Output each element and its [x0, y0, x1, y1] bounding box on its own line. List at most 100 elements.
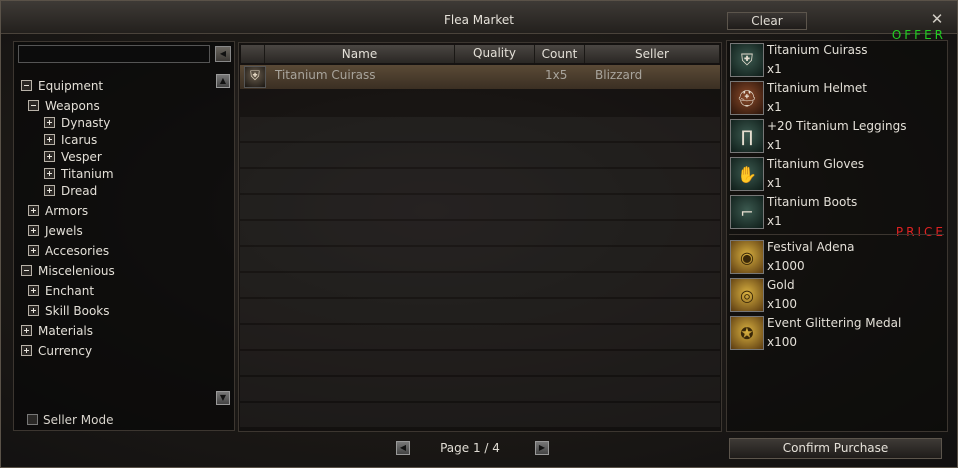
expand-icon[interactable]: [28, 245, 39, 256]
price-item-name: Event Glittering Medal: [767, 316, 902, 330]
tree-item-label: Icarus: [61, 133, 98, 147]
gloves-icon: ✋: [730, 157, 764, 191]
tree-item-label: Accesories: [45, 244, 110, 258]
seller-mode-toggle[interactable]: Seller Mode: [27, 412, 114, 428]
section-divider: [729, 234, 944, 235]
price-item[interactable]: ✪ Event Glittering Medal x100: [730, 314, 944, 350]
tree-item-label: Dread: [61, 184, 98, 198]
offer-item-count: x1: [767, 214, 782, 228]
tree-item-equipment[interactable]: Equipment: [21, 78, 103, 94]
expand-icon[interactable]: [28, 285, 39, 296]
offer-item-name: Titanium Boots: [767, 195, 858, 209]
offer-item[interactable]: ⛑ Titanium Helmet x1: [730, 79, 944, 115]
offer-label: OFFER: [891, 28, 946, 42]
leggings-icon: ∏: [730, 119, 764, 153]
expand-icon[interactable]: [44, 117, 55, 128]
search-go-icon[interactable]: ◀: [215, 46, 231, 62]
tree-item-enchant[interactable]: Enchant: [28, 283, 94, 299]
offer-item[interactable]: ✋ Titanium Gloves x1: [730, 155, 944, 191]
collapse-icon[interactable]: [21, 265, 32, 276]
price-item-name: Festival Adena: [767, 240, 855, 254]
expand-icon[interactable]: [21, 345, 32, 356]
column-header-name[interactable]: Name: [265, 45, 455, 63]
table-row-empty[interactable]: [240, 325, 720, 349]
table-row-empty[interactable]: [240, 351, 720, 375]
table-row-empty[interactable]: [240, 221, 720, 245]
table-row-empty[interactable]: [240, 195, 720, 219]
table-row-empty[interactable]: [240, 247, 720, 271]
table-row-empty[interactable]: [240, 377, 720, 401]
column-header-quality[interactable]: Quality: [455, 45, 535, 63]
offer-item-count: x1: [767, 100, 782, 114]
tree-item-armors[interactable]: Armors: [28, 203, 88, 219]
tree-item-label: Dynasty: [61, 116, 111, 130]
expand-icon[interactable]: [44, 134, 55, 145]
helmet-icon: ⛑: [730, 81, 764, 115]
price-item-name: Gold: [767, 278, 795, 292]
offer-item-count: x1: [767, 62, 782, 76]
tree-item-label: Skill Books: [45, 304, 110, 318]
offer-item-name: Titanium Helmet: [767, 81, 867, 95]
tree-item-currency[interactable]: Currency: [21, 343, 92, 359]
expand-icon[interactable]: [28, 205, 39, 216]
price-item[interactable]: ◉ Festival Adena x1000: [730, 238, 944, 274]
scroll-up-icon[interactable]: ▲: [216, 74, 230, 88]
close-icon[interactable]: ✕: [929, 11, 945, 27]
tree-item-label: Miscelenious: [38, 264, 115, 278]
search-input[interactable]: [18, 45, 210, 63]
price-label: PRICE: [895, 225, 946, 239]
expand-icon[interactable]: [21, 325, 32, 336]
table-row-empty[interactable]: [240, 169, 720, 193]
price-item-count: x100: [767, 297, 798, 311]
seller-mode-checkbox[interactable]: [27, 414, 38, 425]
tree-item-label: Equipment: [38, 79, 104, 93]
medal-icon: ✪: [730, 316, 764, 350]
tree-item-skill-books[interactable]: Skill Books: [28, 303, 110, 319]
tree-item-vesper[interactable]: Vesper: [44, 149, 102, 165]
table-row-empty[interactable]: [240, 403, 720, 427]
table-row-empty[interactable]: [240, 143, 720, 167]
page-indicator: Page 1 / 4: [440, 441, 500, 455]
cuirass-icon: ⛨: [730, 43, 764, 77]
offer-item-name: Titanium Cuirass: [767, 43, 868, 57]
table-row-empty[interactable]: [240, 117, 720, 141]
offer-item[interactable]: ⌐ Titanium Boots x1: [730, 193, 944, 229]
tree-item-label: Vesper: [61, 150, 102, 164]
expand-icon[interactable]: [44, 168, 55, 179]
tree-item-label: Materials: [38, 324, 94, 338]
tree-item-accesories[interactable]: Accesories: [28, 243, 109, 259]
offer-item-count: x1: [767, 176, 782, 190]
expand-icon[interactable]: [28, 305, 39, 316]
table-row-empty[interactable]: [240, 273, 720, 297]
scroll-down-icon[interactable]: ▼: [216, 391, 230, 405]
offer-item[interactable]: ∏ +20 Titanium Leggings x1: [730, 117, 944, 153]
price-item[interactable]: ◎ Gold x100: [730, 276, 944, 312]
tree-item-jewels[interactable]: Jewels: [28, 223, 83, 239]
tree-item-titanium[interactable]: Titanium: [44, 166, 114, 182]
tree-item-dynasty[interactable]: Dynasty: [44, 115, 110, 131]
tree-item-weapons[interactable]: Weapons: [28, 98, 100, 114]
prev-page-icon[interactable]: ◀: [396, 441, 410, 455]
offer-item[interactable]: ⛨ Titanium Cuirass x1: [730, 41, 944, 77]
tree-item-miscelenious[interactable]: Miscelenious: [21, 263, 115, 279]
collapse-icon[interactable]: [28, 100, 39, 111]
tree-item-label: Armors: [45, 204, 89, 218]
confirm-purchase-button[interactable]: Confirm Purchase: [729, 438, 942, 459]
table-row-empty[interactable]: [240, 299, 720, 323]
tree-item-dread[interactable]: Dread: [44, 183, 97, 199]
collapse-icon[interactable]: [21, 80, 32, 91]
expand-icon[interactable]: [44, 151, 55, 162]
row-seller: Blizzard: [595, 68, 643, 82]
expand-icon[interactable]: [28, 225, 39, 236]
tree-item-materials[interactable]: Materials: [21, 323, 93, 339]
next-page-icon[interactable]: ▶: [535, 441, 549, 455]
column-header-count[interactable]: Count: [535, 45, 585, 63]
offer-item-count: x1: [767, 138, 782, 152]
tree-item-icarus[interactable]: Icarus: [44, 132, 97, 148]
column-header-seller[interactable]: Seller: [585, 45, 720, 63]
title-bar[interactable]: Flea Market Clear ✕: [1, 1, 957, 34]
clear-button[interactable]: Clear: [727, 12, 807, 30]
tree-item-label: Jewels: [45, 224, 83, 238]
column-header-icon: [241, 45, 265, 63]
expand-icon[interactable]: [44, 185, 55, 196]
